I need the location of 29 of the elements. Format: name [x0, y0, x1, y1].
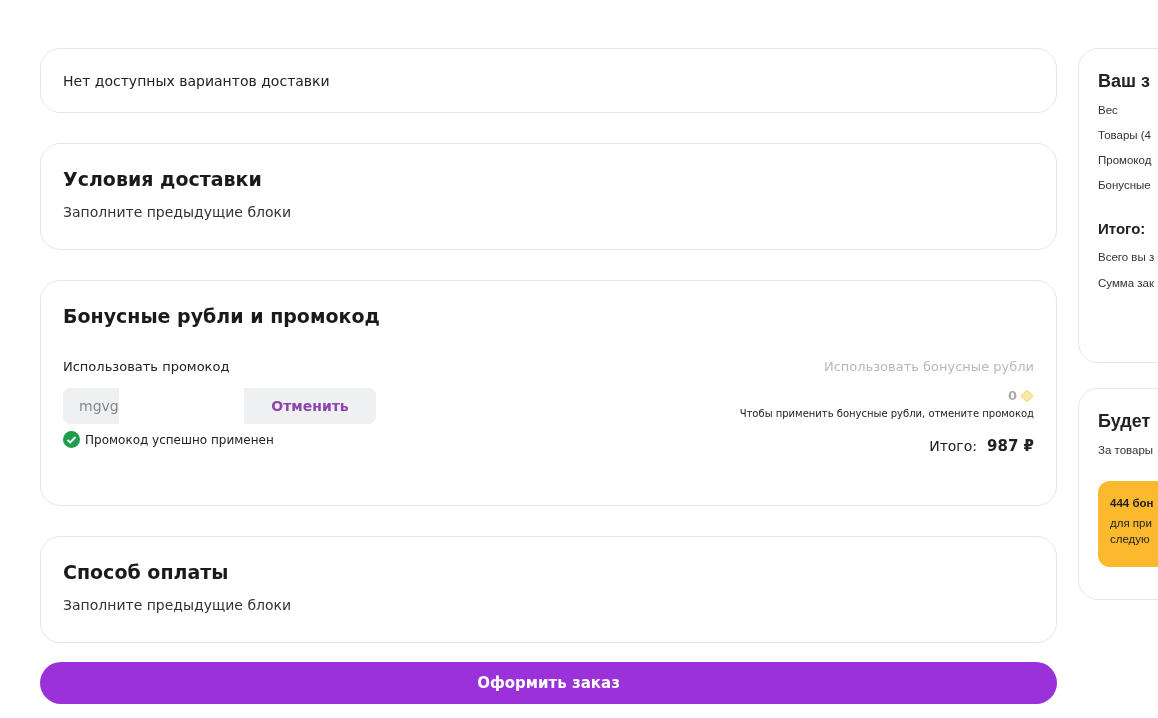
- summary-title: Ваш з: [1098, 71, 1151, 92]
- summary-row-label: Сумма зак: [1098, 277, 1156, 289]
- success-message: Промокод успешно применен: [85, 432, 274, 447]
- coin-icon: [1020, 388, 1034, 403]
- total-label: Итого:: [929, 438, 977, 454]
- checkout-button[interactable]: Оформить заказ: [40, 662, 1057, 704]
- banner-title: 444 бон: [1110, 496, 1155, 511]
- promo-field[interactable]: mgvg Отменить: [63, 388, 376, 424]
- summary-total-title: Итого:: [1098, 220, 1147, 237]
- section-title: Способ оплаты: [63, 561, 230, 583]
- section-title: Условия доставки: [63, 168, 263, 190]
- summary-row-label: Вес: [1098, 104, 1119, 116]
- check-icon: [63, 431, 80, 448]
- summary-row-label: Товары (4: [1098, 129, 1152, 141]
- summary-row-label: Промокод: [1098, 154, 1153, 166]
- bonus-amount: 0: [1007, 388, 1017, 403]
- section-title: Бонусные рубли и промокод: [63, 305, 381, 327]
- summary-row-label: Всего вы з: [1098, 251, 1156, 263]
- promo-label: Использовать промокод: [63, 359, 231, 374]
- banner-text: для при: [1110, 515, 1153, 531]
- bonus-title: Будет: [1098, 411, 1152, 432]
- section-hint: Заполните предыдущие блоки: [63, 597, 293, 613]
- total-value: 987 ₽: [987, 437, 1034, 455]
- banner-text: следую: [1110, 532, 1151, 548]
- bonus-note: Чтобы применить бонусные рубли, отмените промокод: [739, 408, 1034, 419]
- section-hint: Заполните предыдущие блоки: [63, 204, 293, 220]
- bonus-subtitle: За товары: [1098, 444, 1155, 456]
- summary-row-label: Бонусные: [1098, 179, 1152, 191]
- delivery-message: Нет доступных вариантов доставки: [63, 72, 330, 89]
